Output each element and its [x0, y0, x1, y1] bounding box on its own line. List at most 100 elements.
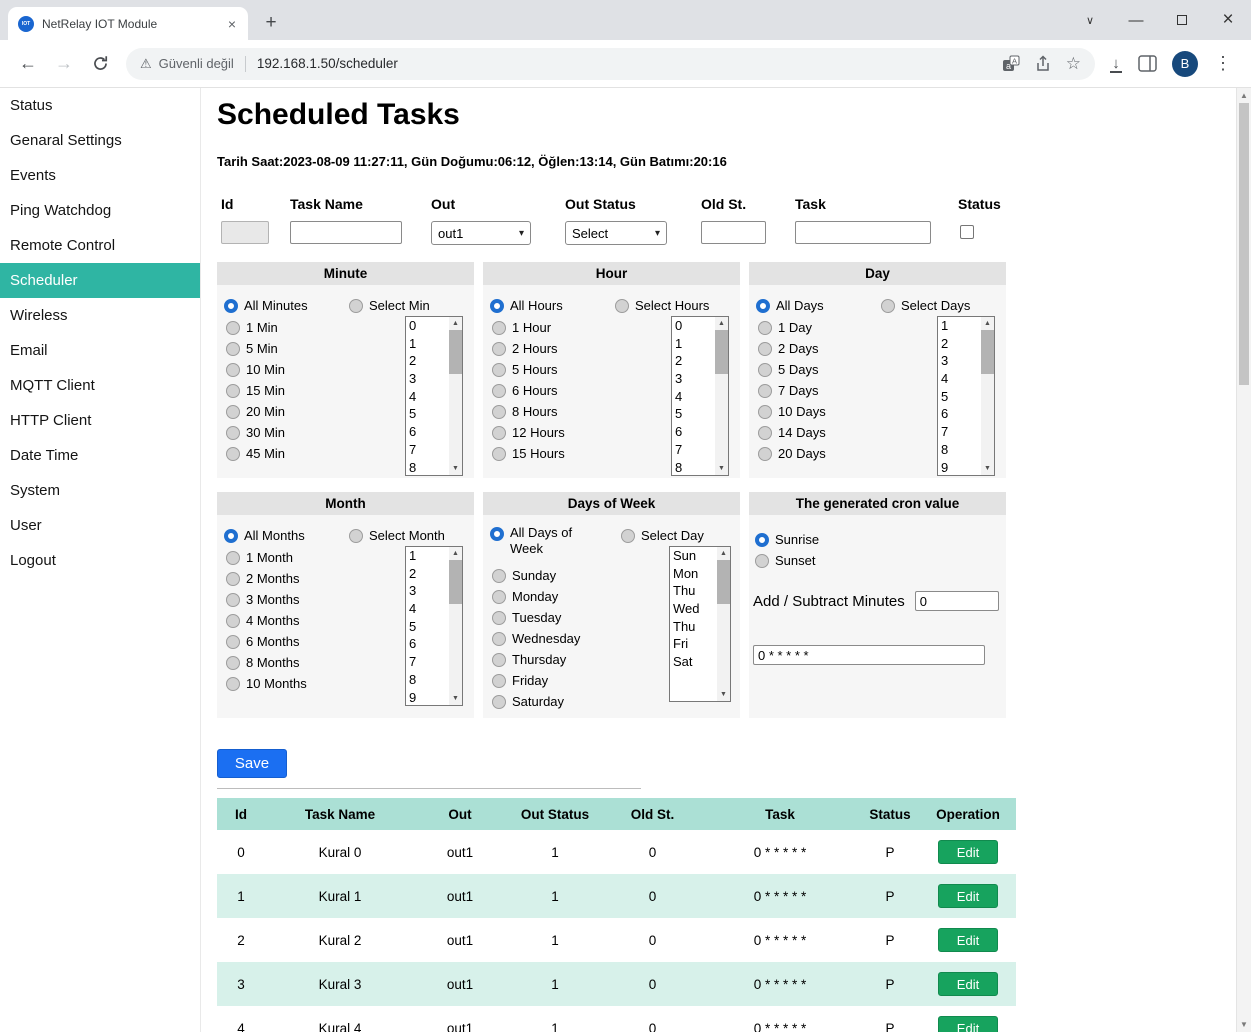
tab-close-icon[interactable]: × [224, 16, 240, 32]
day-listbox[interactable]: 12345678910 ▲ ▼ [937, 316, 995, 476]
scrollbar-thumb[interactable] [715, 330, 728, 374]
minute-preset-radio[interactable]: 15 Min [226, 380, 285, 401]
all-hours-radio[interactable]: All Hours [490, 295, 563, 316]
day-preset-radio[interactable]: 10 Days [758, 401, 826, 422]
weekday-checkbox[interactable]: Friday [492, 670, 580, 691]
day-list-option[interactable]: 8 [938, 441, 981, 459]
day-list-option[interactable]: 4 [938, 370, 981, 388]
day-preset-radio[interactable]: 7 Days [758, 380, 826, 401]
scrollbar-thumb[interactable] [981, 330, 994, 374]
hour-list-option[interactable]: 2 [672, 352, 715, 370]
save-button[interactable]: Save [217, 749, 287, 778]
sidebar-item-status[interactable]: Status [0, 88, 200, 123]
minute-preset-radio[interactable]: 30 Min [226, 422, 285, 443]
hour-list-option[interactable]: 1 [672, 335, 715, 353]
side-panel-button[interactable] [1132, 49, 1162, 79]
weekday-checkbox[interactable]: Sunday [492, 565, 580, 586]
hour-list-option[interactable]: 6 [672, 423, 715, 441]
minute-list-option[interactable]: 2 [406, 352, 449, 370]
weekday-list-option[interactable]: Thu [670, 582, 717, 600]
back-button[interactable]: ← [13, 49, 43, 79]
all-days-of-week-radio[interactable]: All Days of Week [490, 525, 584, 546]
scroll-down-icon[interactable]: ▼ [1237, 1017, 1251, 1032]
select-min-radio[interactable]: Select Min [349, 295, 430, 316]
weekday-listbox[interactable]: SunMonThuWedThuFriSat ▲ ▼ [669, 546, 731, 702]
hour-list-option[interactable]: 5 [672, 405, 715, 423]
sunrise-radio[interactable]: Sunrise [755, 529, 819, 550]
page-scrollbar[interactable]: ▲ ▼ [1236, 88, 1251, 1032]
cron-value-input[interactable] [753, 645, 985, 665]
scrollbar-thumb[interactable] [717, 560, 730, 604]
weekday-checkbox[interactable]: Thursday [492, 649, 580, 670]
sidebar-item-mqtt-client[interactable]: MQTT Client [0, 368, 200, 403]
bookmark-star-icon[interactable]: ☆ [1066, 54, 1081, 74]
sidebar-item-wireless[interactable]: Wireless [0, 298, 200, 333]
month-list-option[interactable]: 9 [406, 689, 449, 706]
maximize-button[interactable] [1159, 0, 1205, 40]
scroll-down-icon[interactable]: ▼ [449, 462, 462, 475]
scroll-up-icon[interactable]: ▲ [1237, 88, 1251, 103]
address-bar[interactable]: ⚠ Güvenli değil 192.168.1.50/scheduler a… [126, 48, 1095, 80]
weekday-list-option[interactable]: Mon [670, 565, 717, 583]
all-days-radio[interactable]: All Days [756, 295, 824, 316]
month-list-option[interactable]: 4 [406, 600, 449, 618]
month-list-option[interactable]: 7 [406, 653, 449, 671]
hour-preset-radio[interactable]: 2 Hours [492, 338, 565, 359]
hour-list-option[interactable]: 3 [672, 370, 715, 388]
sidebar-item-logout[interactable]: Logout [0, 543, 200, 578]
hour-preset-radio[interactable]: 15 Hours [492, 443, 565, 464]
listbox-scrollbar[interactable]: ▲ ▼ [715, 317, 728, 475]
scrollbar-thumb[interactable] [449, 330, 462, 374]
weekday-list-option[interactable]: Thu [670, 618, 717, 636]
hour-list-option[interactable]: 4 [672, 388, 715, 406]
scrollbar-thumb[interactable] [1239, 103, 1249, 385]
day-list-option[interactable]: 3 [938, 352, 981, 370]
downloads-button[interactable]: ↓ [1103, 51, 1129, 77]
scroll-up-icon[interactable]: ▲ [981, 317, 994, 330]
browser-tab[interactable]: IOT NetRelay IOT Module × [8, 7, 248, 40]
minute-preset-radio[interactable]: 10 Min [226, 359, 285, 380]
minimize-button[interactable]: — [1113, 0, 1159, 40]
menu-kebab-icon[interactable]: ⋮ [1208, 49, 1238, 79]
listbox-scrollbar[interactable]: ▲ ▼ [449, 317, 462, 475]
weekday-list-option[interactable]: Sun [670, 547, 717, 565]
month-preset-radio[interactable]: 8 Months [226, 652, 307, 673]
close-window-button[interactable]: × [1205, 0, 1251, 40]
edit-button[interactable]: Edit [938, 972, 998, 996]
sunset-radio[interactable]: Sunset [755, 550, 815, 571]
minute-list-option[interactable]: 4 [406, 388, 449, 406]
scroll-down-icon[interactable]: ▼ [717, 688, 730, 701]
minute-list-option[interactable]: 6 [406, 423, 449, 441]
out-select[interactable]: out1 ▾ [431, 221, 531, 245]
scroll-down-icon[interactable]: ▼ [449, 692, 462, 705]
scroll-down-icon[interactable]: ▼ [715, 462, 728, 475]
day-list-option[interactable]: 6 [938, 405, 981, 423]
month-preset-radio[interactable]: 3 Months [226, 589, 307, 610]
minute-list-option[interactable]: 0 [406, 317, 449, 335]
minute-list-option[interactable]: 8 [406, 459, 449, 476]
minute-listbox[interactable]: 0123456789 ▲ ▼ [405, 316, 463, 476]
month-preset-radio[interactable]: 2 Months [226, 568, 307, 589]
minute-list-option[interactable]: 7 [406, 441, 449, 459]
sidebar-item-remote-control[interactable]: Remote Control [0, 228, 200, 263]
day-list-option[interactable]: 5 [938, 388, 981, 406]
minute-preset-radio[interactable]: 1 Min [226, 317, 285, 338]
scroll-up-icon[interactable]: ▲ [449, 547, 462, 560]
month-list-option[interactable]: 1 [406, 547, 449, 565]
weekday-checkbox[interactable]: Saturday [492, 691, 580, 712]
translate-icon[interactable]: aA [1002, 55, 1020, 73]
sidebar-item-date-time[interactable]: Date Time [0, 438, 200, 473]
day-list-option[interactable]: 2 [938, 335, 981, 353]
sidebar-item-user[interactable]: User [0, 508, 200, 543]
scroll-up-icon[interactable]: ▲ [449, 317, 462, 330]
day-preset-radio[interactable]: 20 Days [758, 443, 826, 464]
weekday-checkbox[interactable]: Tuesday [492, 607, 580, 628]
hour-preset-radio[interactable]: 5 Hours [492, 359, 565, 380]
hour-preset-radio[interactable]: 1 Hour [492, 317, 565, 338]
sidebar-item-http-client[interactable]: HTTP Client [0, 403, 200, 438]
weekday-list-option[interactable]: Wed [670, 600, 717, 618]
new-tab-button[interactable]: + [258, 10, 284, 36]
hour-list-option[interactable]: 8 [672, 459, 715, 476]
month-list-option[interactable]: 2 [406, 565, 449, 583]
sidebar-item-ping-watchdog[interactable]: Ping Watchdog [0, 193, 200, 228]
